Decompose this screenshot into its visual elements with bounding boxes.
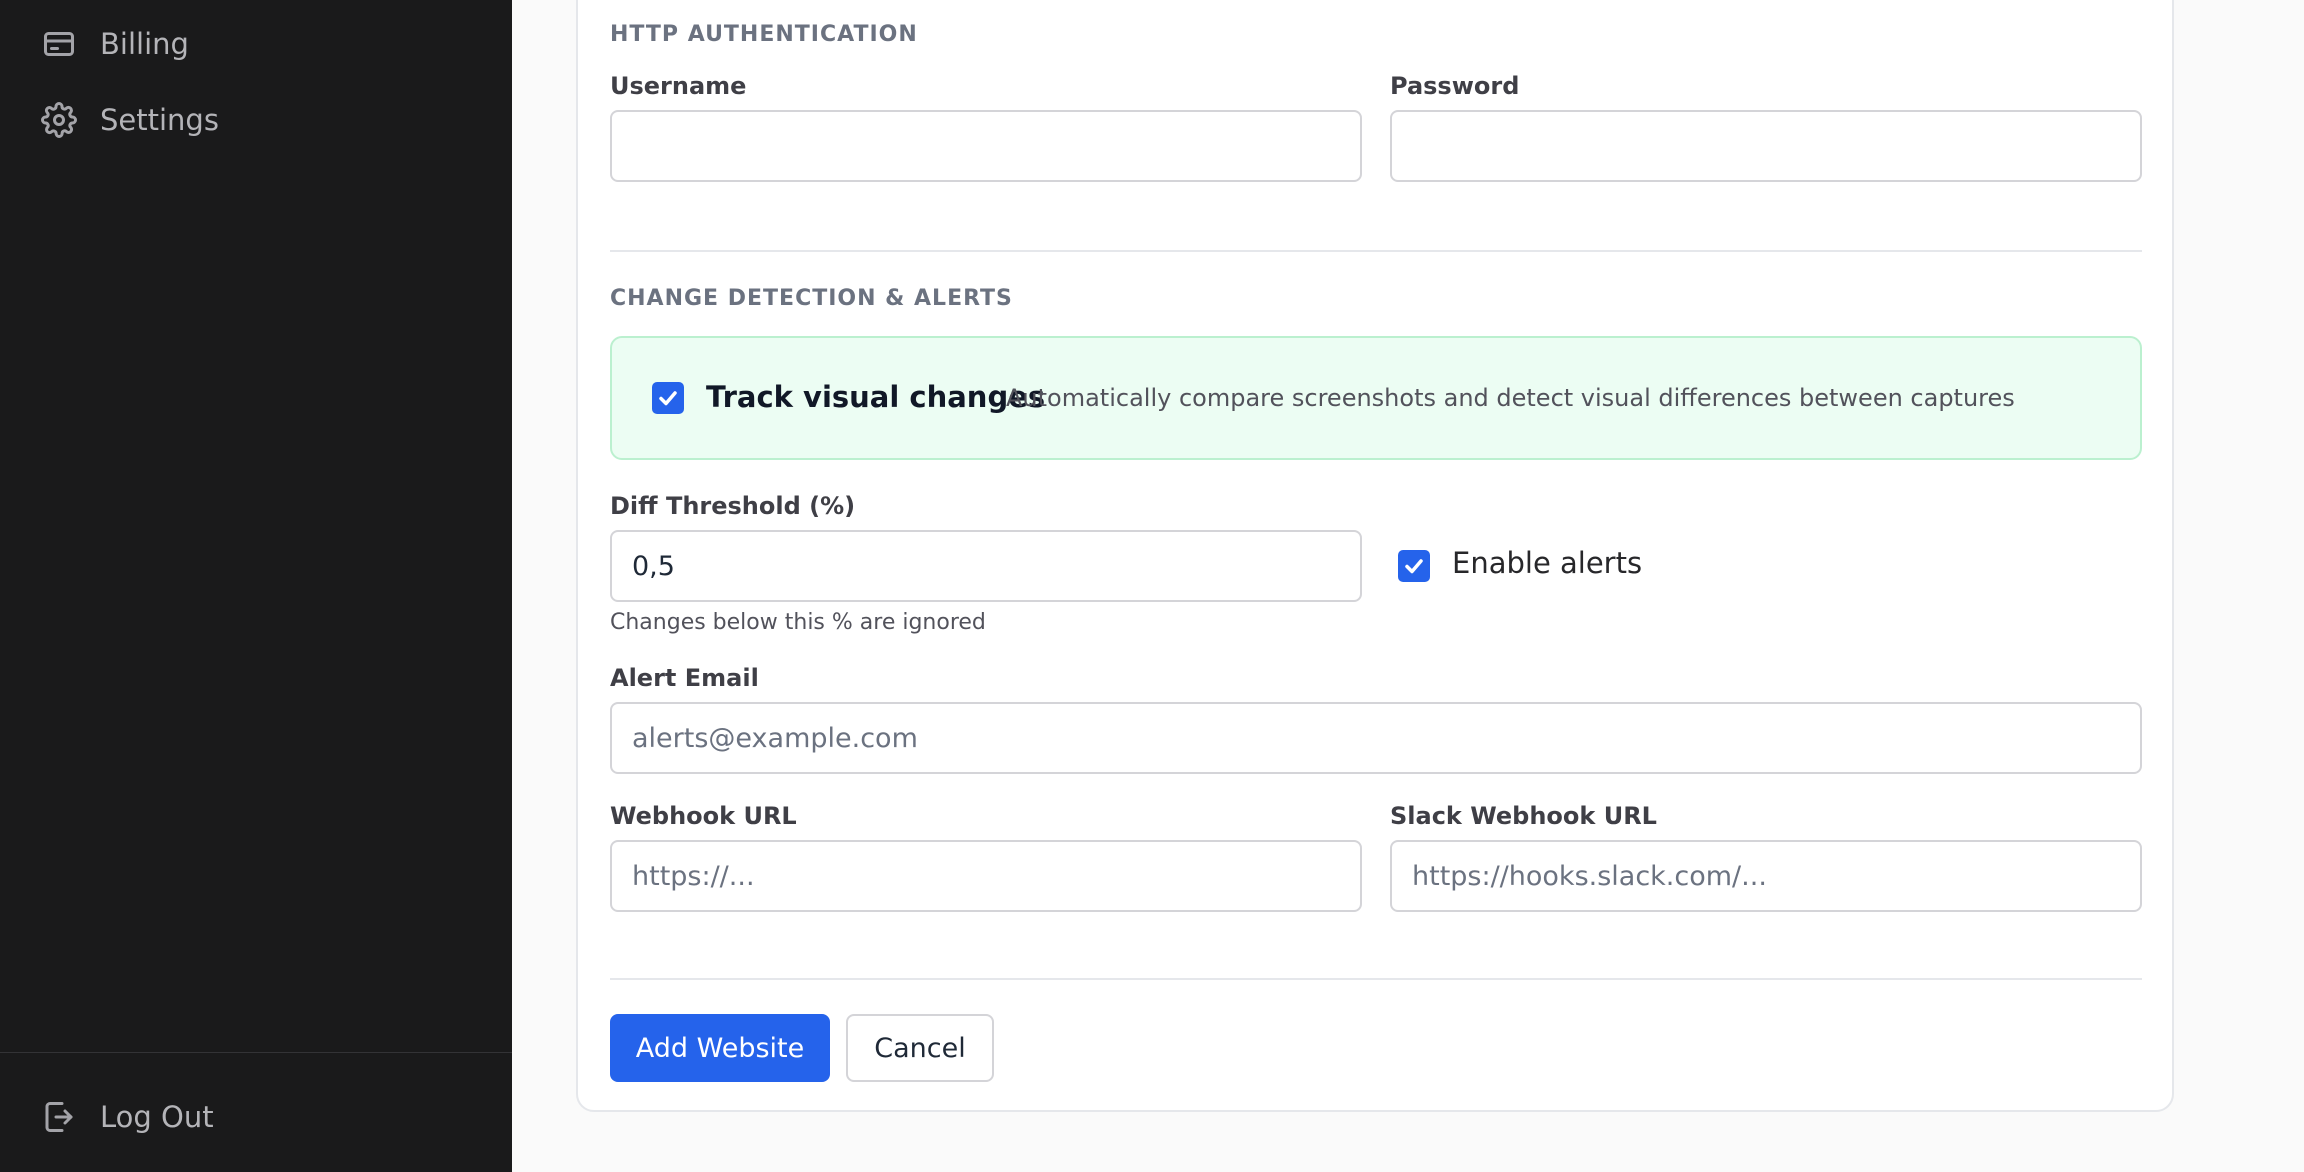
actions-divider	[610, 978, 2142, 980]
track-visual-changes-label: Track visual changes	[706, 380, 1046, 414]
username-input[interactable]	[610, 110, 1362, 182]
password-input[interactable]	[1390, 110, 2142, 182]
logout-label: Log Out	[100, 1100, 214, 1134]
sidebar-item-label: Billing	[100, 27, 189, 61]
logout-button[interactable]: Log Out	[40, 1093, 214, 1141]
checkmark-icon	[659, 391, 677, 406]
slack-webhook-url-label: Slack Webhook URL	[1390, 802, 1657, 830]
add-website-button[interactable]: Add Website	[610, 1014, 830, 1082]
change-detection-title: CHANGE DETECTION & ALERTS	[610, 286, 1013, 311]
alert-email-label: Alert Email	[610, 664, 759, 692]
webhook-url-input[interactable]	[610, 840, 1362, 912]
sidebar-item-settings[interactable]: Settings	[40, 96, 219, 144]
sidebar-item-label: Settings	[100, 103, 219, 137]
enable-alerts-label: Enable alerts	[1452, 546, 1643, 580]
username-label: Username	[610, 72, 747, 100]
password-label: Password	[1390, 72, 1520, 100]
track-visual-changes-description: Automatically compare screenshots and de…	[1006, 384, 2015, 412]
add-website-form: HTTP AUTHENTICATION Username Password CH…	[576, 0, 2174, 1112]
sidebar-item-billing[interactable]: Billing	[40, 20, 189, 68]
alert-email-input[interactable]	[610, 702, 2142, 774]
credit-card-icon	[40, 25, 78, 63]
main-content: HTTP AUTHENTICATION Username Password CH…	[512, 0, 2304, 1172]
track-visual-changes-checkbox[interactable]	[652, 382, 684, 414]
section-divider	[610, 250, 2142, 252]
slack-webhook-url-input[interactable]	[1390, 840, 2142, 912]
http-auth-title: HTTP AUTHENTICATION	[610, 22, 918, 47]
webhook-url-label: Webhook URL	[610, 802, 797, 830]
sidebar: Billing Settings Log Out	[0, 0, 512, 1172]
checkmark-icon	[1405, 559, 1423, 574]
sidebar-divider	[0, 1052, 512, 1053]
track-visual-changes-panel: Track visual changes Automatically compa…	[610, 336, 2142, 460]
app-root: Billing Settings Log Out HTTP AUTHENTICA…	[0, 0, 2304, 1172]
enable-alerts-checkbox[interactable]	[1398, 550, 1430, 582]
gear-icon	[40, 101, 78, 139]
diff-threshold-label: Diff Threshold (%)	[610, 492, 856, 520]
cancel-button[interactable]: Cancel	[846, 1014, 994, 1082]
diff-threshold-input[interactable]	[610, 530, 1362, 602]
diff-threshold-hint: Changes below this % are ignored	[610, 610, 986, 635]
logout-icon	[40, 1098, 78, 1136]
